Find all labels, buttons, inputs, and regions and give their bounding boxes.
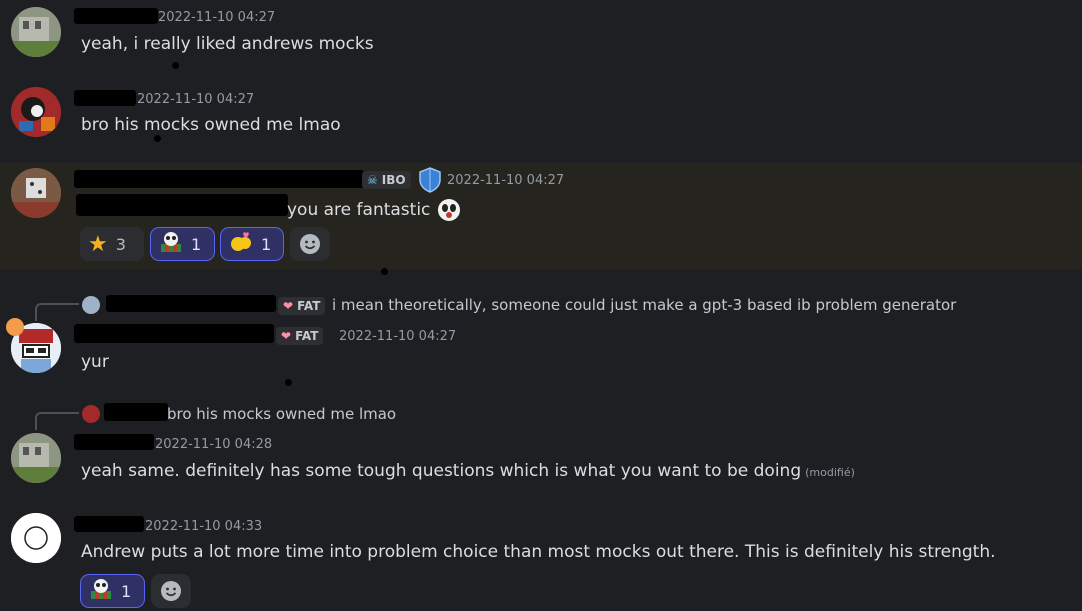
username-redacted[interactable]: [74, 324, 274, 343]
timestamp: 2022-11-10 04:33: [145, 519, 263, 534]
username-redacted[interactable]: [74, 170, 364, 188]
artifact-dot: [285, 379, 292, 386]
message-text: yeah same. definitely has some tough que…: [81, 461, 855, 481]
username-redacted[interactable]: [74, 90, 136, 106]
mention-redacted[interactable]: [76, 194, 288, 216]
reaction-star[interactable]: ★ 3: [80, 227, 144, 261]
avatar[interactable]: [11, 87, 61, 137]
message-text: yeah, i really liked andrews mocks: [81, 34, 374, 54]
avatar[interactable]: [11, 168, 61, 218]
reaction-panda[interactable]: 1: [80, 574, 145, 608]
timestamp: 2022-11-10 04:27: [137, 92, 255, 107]
skull-icon: ☠: [367, 173, 378, 187]
panda-emoji-icon: [159, 230, 183, 258]
shield-icon[interactable]: [418, 167, 442, 197]
artifact-dot: [154, 135, 161, 142]
avatar-decoration: [6, 318, 24, 336]
message-text: you are fantastic: [287, 197, 462, 223]
reaction-hug[interactable]: 1: [220, 227, 284, 261]
role-tag[interactable]: ❤ FAT: [278, 297, 326, 315]
reply-preview-text[interactable]: bro his mocks owned me lmao: [167, 405, 396, 423]
reaction-panda[interactable]: 1: [150, 227, 215, 261]
role-tag[interactable]: ☠ IBO: [362, 171, 411, 189]
reply-preview-text[interactable]: i mean theoretically, someone could just…: [332, 296, 956, 314]
panda-emoji-icon: [436, 197, 462, 223]
reply-connector: [35, 303, 79, 321]
message-text: Andrew puts a lot more time into problem…: [81, 542, 996, 562]
avatar[interactable]: [11, 7, 61, 57]
timestamp: 2022-11-10 04:28: [155, 437, 273, 452]
artifact-dot: [381, 268, 388, 275]
heart-icon: ❤: [283, 299, 294, 313]
username-redacted[interactable]: [74, 434, 154, 450]
add-reaction-button[interactable]: [290, 227, 330, 261]
panda-emoji-icon: [89, 577, 113, 605]
message-text: bro his mocks owned me lmao: [81, 115, 341, 135]
timestamp: 2022-11-10 04:27: [158, 10, 276, 25]
hug-emoji-icon: [229, 230, 253, 258]
smiley-icon: [161, 581, 181, 601]
artifact-dot: [172, 62, 179, 69]
timestamp: 2022-11-10 04:27: [447, 173, 565, 188]
username-redacted[interactable]: [104, 403, 168, 421]
smiley-icon: [300, 234, 320, 254]
edited-label: (modifié): [805, 466, 855, 479]
role-tag[interactable]: ❤ FAT: [276, 327, 324, 345]
reply-avatar[interactable]: [82, 405, 100, 423]
star-emoji-icon: ★: [88, 231, 108, 257]
username-redacted[interactable]: [74, 516, 144, 532]
add-reaction-button[interactable]: [151, 574, 191, 608]
message-text: yur: [81, 352, 109, 372]
heart-icon: ❤: [281, 329, 292, 343]
avatar[interactable]: [11, 513, 61, 563]
avatar[interactable]: [11, 433, 61, 483]
timestamp: 2022-11-10 04:27: [339, 329, 457, 344]
reply-connector: [35, 412, 79, 430]
username-redacted[interactable]: [106, 295, 276, 312]
username-redacted[interactable]: [74, 8, 158, 24]
reply-avatar[interactable]: [82, 296, 100, 314]
